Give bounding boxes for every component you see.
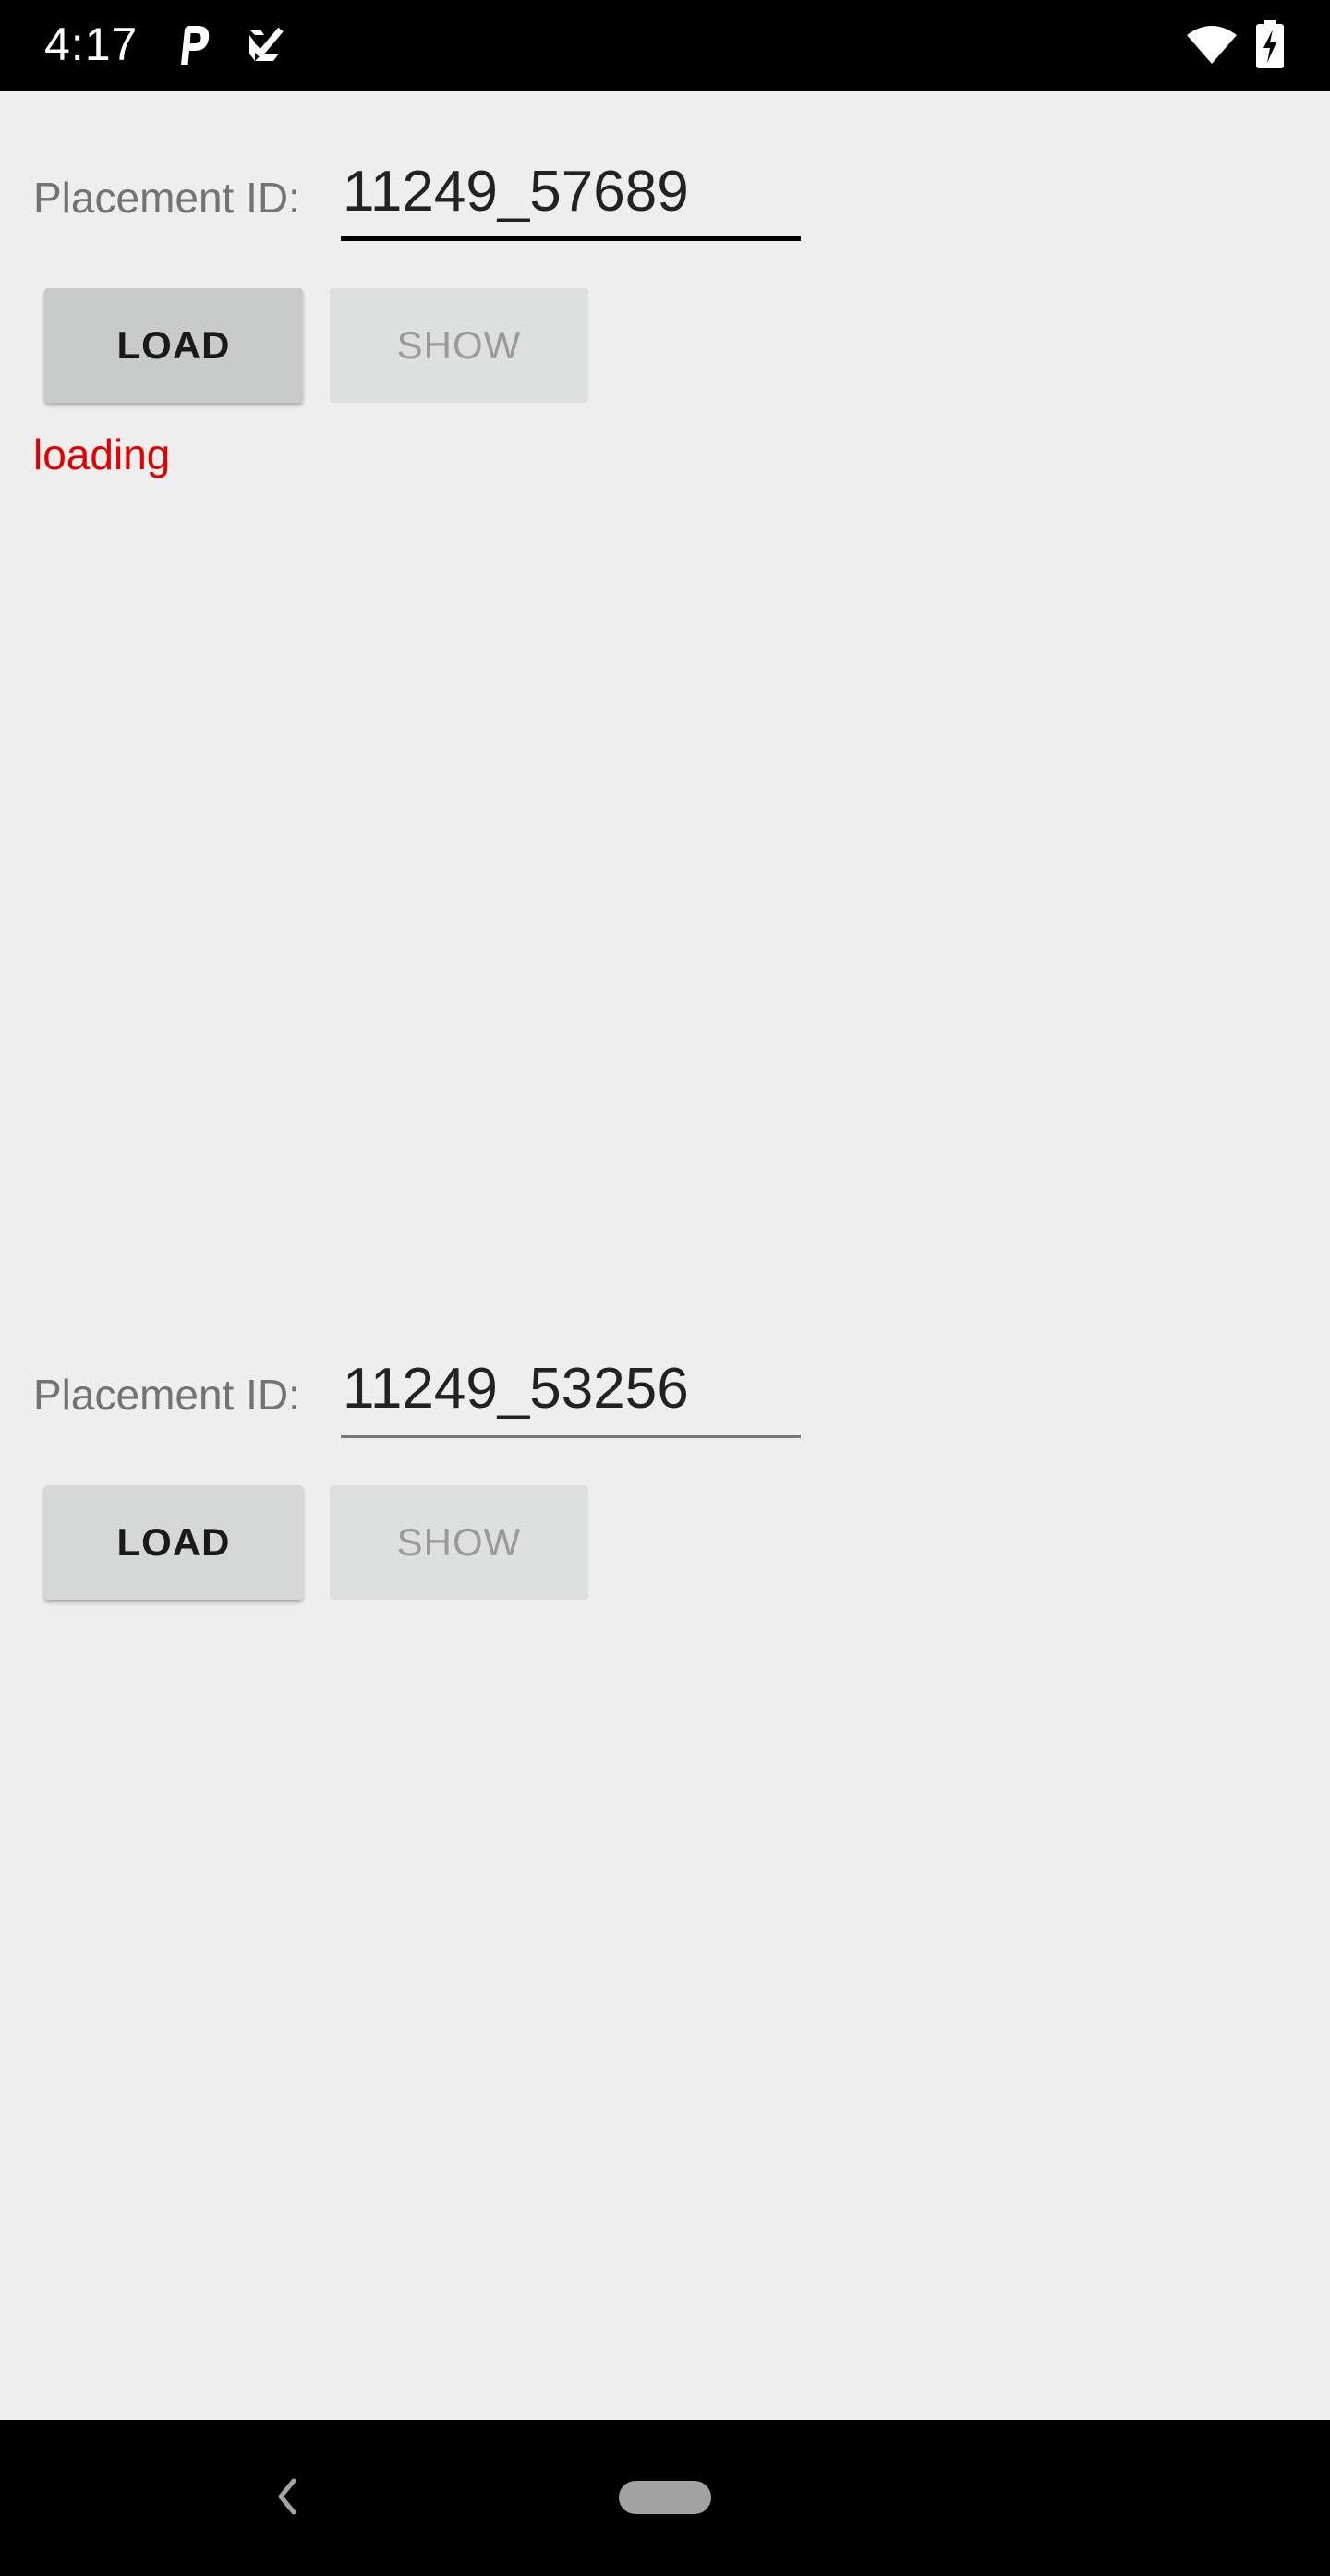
placement-id-underline: [341, 1435, 801, 1438]
status-bar: 4:17: [0, 0, 1330, 91]
load-button[interactable]: LOAD: [44, 1485, 303, 1600]
back-icon[interactable]: [270, 2475, 307, 2518]
main-content: Placement ID: LOAD SHOW loading Placemen…: [0, 91, 1330, 2420]
load-button[interactable]: LOAD: [44, 288, 303, 403]
placement-id-input[interactable]: [341, 161, 801, 222]
navigation-bar: [0, 2420, 1330, 2576]
status-time: 4:17: [44, 18, 139, 70]
home-pill-icon[interactable]: [619, 2481, 711, 2514]
show-button[interactable]: SHOW: [330, 288, 588, 403]
placement-id-underline: [341, 236, 801, 241]
parking-app-icon: [181, 26, 210, 65]
placement-id-input[interactable]: [341, 1358, 801, 1419]
status-message: loading: [33, 430, 171, 478]
tasks-app-icon: [249, 27, 284, 61]
placement-id-label: Placement ID:: [33, 1371, 300, 1419]
show-button[interactable]: SHOW: [330, 1485, 588, 1600]
wifi-icon: [1187, 26, 1237, 64]
placement-id-row-1: Placement ID:: [33, 91, 828, 241]
placement-id-label: Placement ID:: [33, 174, 300, 222]
placement-id-row-2: Placement ID:: [33, 1288, 828, 1438]
battery-charging-icon: [1256, 20, 1284, 68]
